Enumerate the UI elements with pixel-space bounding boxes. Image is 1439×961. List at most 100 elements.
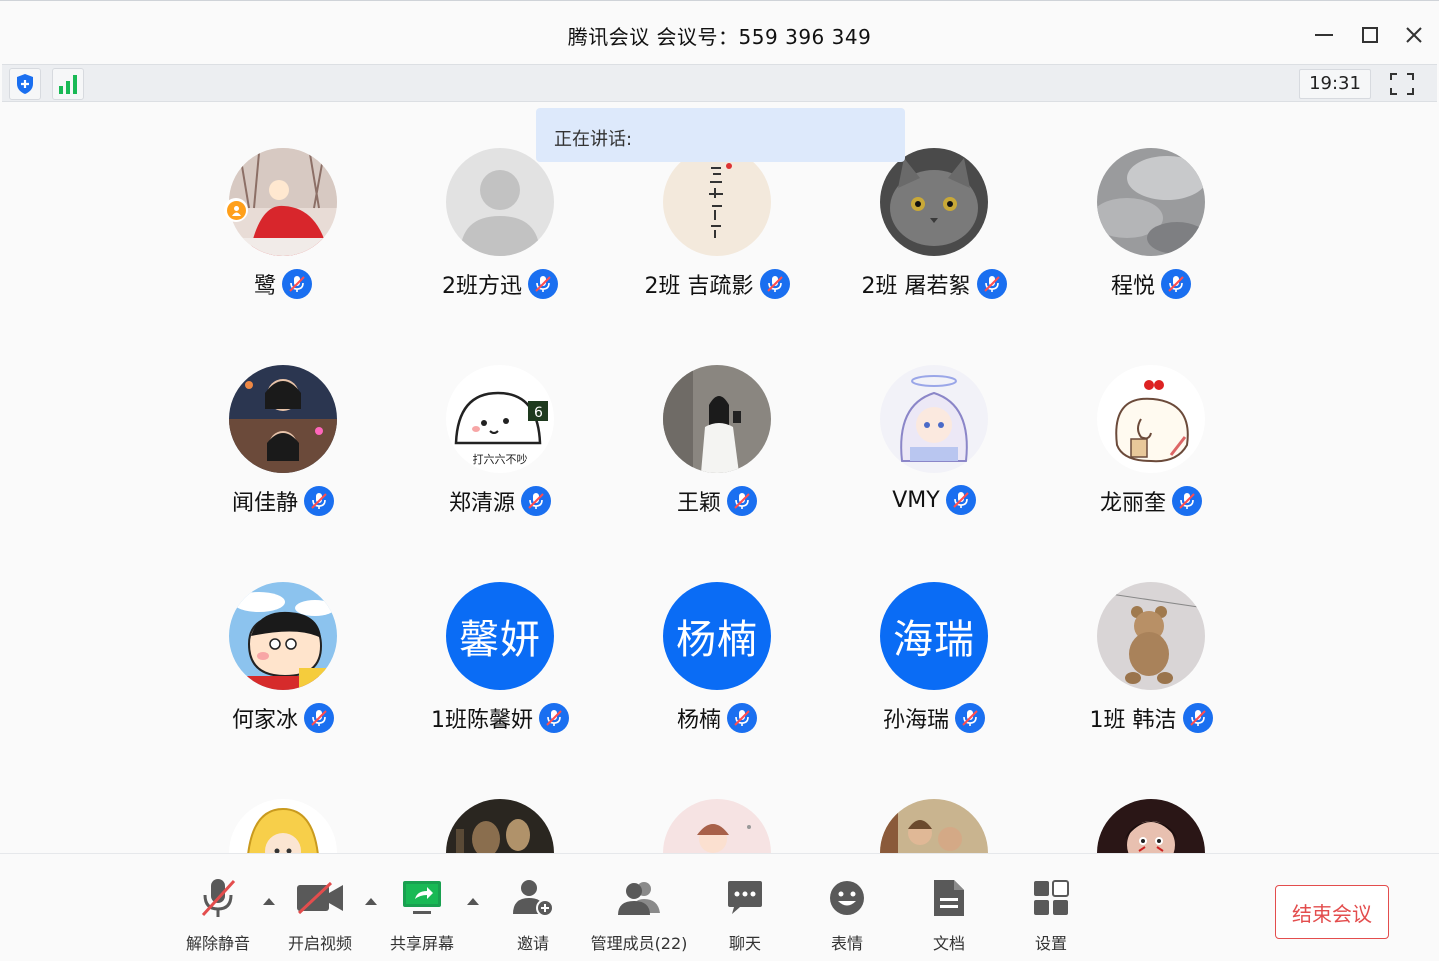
avatar bbox=[880, 365, 988, 473]
muted-mic-icon bbox=[304, 486, 334, 516]
participant-tile[interactable]: 程悦 bbox=[1051, 102, 1251, 302]
video-off-icon bbox=[295, 876, 345, 920]
avatar: 6 打六六不吵 bbox=[446, 365, 554, 473]
audio-options-caret[interactable] bbox=[262, 896, 276, 906]
close-icon bbox=[1406, 27, 1422, 43]
participant-name: VMY bbox=[892, 487, 940, 513]
speaking-indicator: 正在讲话: bbox=[536, 108, 905, 162]
participant-tile[interactable] bbox=[617, 753, 817, 853]
avatar bbox=[880, 799, 988, 853]
muted-mic-icon bbox=[528, 269, 558, 299]
participant-name: 何家冰 bbox=[231, 708, 298, 733]
participant-name: 鹭 bbox=[253, 274, 276, 299]
settings-button[interactable]: 设置 bbox=[1026, 876, 1076, 956]
participant-tile[interactable]: 何家冰 bbox=[183, 536, 383, 736]
participant-tile[interactable]: 杨楠 杨楠 bbox=[617, 536, 817, 736]
end-meeting-button[interactable]: 结束会议 bbox=[1275, 885, 1389, 939]
speaking-label: 正在讲话: bbox=[554, 129, 633, 150]
share-screen-icon bbox=[401, 876, 443, 920]
chat-icon bbox=[726, 876, 764, 920]
participant-name: 2班方迅 bbox=[442, 274, 522, 299]
close-button[interactable] bbox=[1400, 21, 1428, 49]
chat-button[interactable]: 聊天 bbox=[720, 876, 770, 956]
participant-name: 龙丽奎 bbox=[1099, 491, 1166, 516]
avatar bbox=[663, 365, 771, 473]
avatar bbox=[880, 148, 988, 256]
participant-tile[interactable] bbox=[834, 753, 1034, 853]
participant-tile[interactable]: 馨妍 1班陈馨妍 bbox=[400, 536, 600, 736]
participant-tile[interactable]: VMY bbox=[834, 319, 1034, 519]
share-screen-button[interactable]: 共享屏幕 bbox=[388, 876, 456, 956]
avatar bbox=[229, 799, 337, 853]
emoji-button[interactable]: 表情 bbox=[822, 876, 872, 956]
network-quality-button[interactable] bbox=[52, 68, 84, 100]
maximize-button[interactable] bbox=[1356, 21, 1384, 49]
meeting-clock: 19:31 bbox=[1299, 69, 1371, 99]
minimize-icon bbox=[1315, 34, 1333, 36]
start-video-button[interactable]: 开启视频 bbox=[286, 876, 354, 956]
participant-tile[interactable] bbox=[1051, 753, 1251, 853]
avatar bbox=[663, 799, 771, 853]
avatar: 馨妍 bbox=[446, 582, 554, 690]
muted-mic-icon bbox=[1172, 486, 1202, 516]
muted-mic-icon bbox=[539, 703, 569, 733]
participant-tile[interactable]: 王颖 bbox=[617, 319, 817, 519]
muted-mic-icon bbox=[727, 703, 757, 733]
user-icon bbox=[231, 205, 241, 216]
avatar: 杨楠 bbox=[663, 582, 771, 690]
muted-mic-icon bbox=[955, 703, 985, 733]
docs-button[interactable]: 文档 bbox=[924, 876, 974, 956]
avatar bbox=[446, 799, 554, 853]
participant-tile[interactable]: 闻佳静 bbox=[183, 319, 383, 519]
avatar: 海瑞 bbox=[880, 582, 988, 690]
add-user-icon bbox=[511, 876, 555, 920]
invite-button[interactable]: 邀请 bbox=[508, 876, 558, 956]
muted-mic-icon bbox=[945, 485, 976, 515]
participant-name: 王颖 bbox=[676, 491, 721, 516]
fullscreen-icon bbox=[1390, 73, 1414, 95]
meeting-info-bar: 19:31 bbox=[2, 64, 1437, 102]
avatar bbox=[229, 582, 337, 690]
fullscreen-button[interactable] bbox=[1386, 70, 1418, 98]
participant-name: 1班 韩洁 bbox=[1089, 708, 1177, 733]
participant-tile[interactable] bbox=[183, 753, 383, 853]
participant-grid: 鹭 2班方迅 2班 吉疏影 2班 屠若絮 程悦 闻佳静 6 打六六不吵 郑清源 … bbox=[0, 102, 1439, 853]
grid-settings-icon bbox=[1032, 876, 1070, 920]
video-options-caret[interactable] bbox=[364, 896, 378, 906]
participant-tile[interactable]: 1班 韩洁 bbox=[1051, 536, 1251, 736]
manage-members-button[interactable]: 管理成员(22) bbox=[590, 876, 688, 956]
title-bar: 腾讯会议 会议号：559 396 349 bbox=[0, 0, 1439, 64]
caret-up-icon bbox=[365, 898, 377, 905]
avatar bbox=[663, 148, 771, 256]
muted-mic-icon bbox=[521, 486, 551, 516]
maximize-icon bbox=[1362, 27, 1378, 43]
participant-tile[interactable]: 海瑞 孙海瑞 bbox=[834, 536, 1034, 736]
muted-mic-icon bbox=[727, 486, 757, 516]
participant-name: 1班陈馨妍 bbox=[431, 708, 533, 733]
avatar bbox=[1097, 799, 1205, 853]
participant-name: 郑清源 bbox=[448, 491, 515, 516]
unmute-button[interactable]: 解除静音 bbox=[184, 876, 252, 956]
caret-up-icon bbox=[263, 898, 275, 905]
avatar bbox=[229, 365, 337, 473]
muted-mic-icon bbox=[304, 703, 334, 733]
participant-tile[interactable]: 6 打六六不吵 郑清源 bbox=[400, 319, 600, 519]
avatar bbox=[1097, 582, 1205, 690]
minimize-button[interactable] bbox=[1310, 21, 1338, 49]
muted-mic-icon bbox=[282, 269, 312, 299]
signal-icon bbox=[59, 75, 77, 94]
participant-name: 杨楠 bbox=[676, 708, 721, 733]
muted-mic-icon bbox=[976, 269, 1007, 299]
participant-tile[interactable]: 龙丽奎 bbox=[1051, 319, 1251, 519]
share-options-caret[interactable] bbox=[466, 896, 480, 906]
participant-tile[interactable] bbox=[400, 753, 600, 853]
security-button[interactable] bbox=[9, 68, 41, 100]
shield-icon bbox=[17, 74, 33, 94]
smiley-icon bbox=[828, 876, 866, 920]
caret-up-icon bbox=[467, 898, 479, 905]
participant-name: 程悦 bbox=[1110, 274, 1155, 299]
avatar bbox=[1097, 365, 1205, 473]
muted-microphone-icon bbox=[198, 876, 238, 920]
participant-name: 闻佳静 bbox=[231, 491, 298, 516]
participant-tile[interactable]: 鹭 bbox=[183, 102, 383, 302]
